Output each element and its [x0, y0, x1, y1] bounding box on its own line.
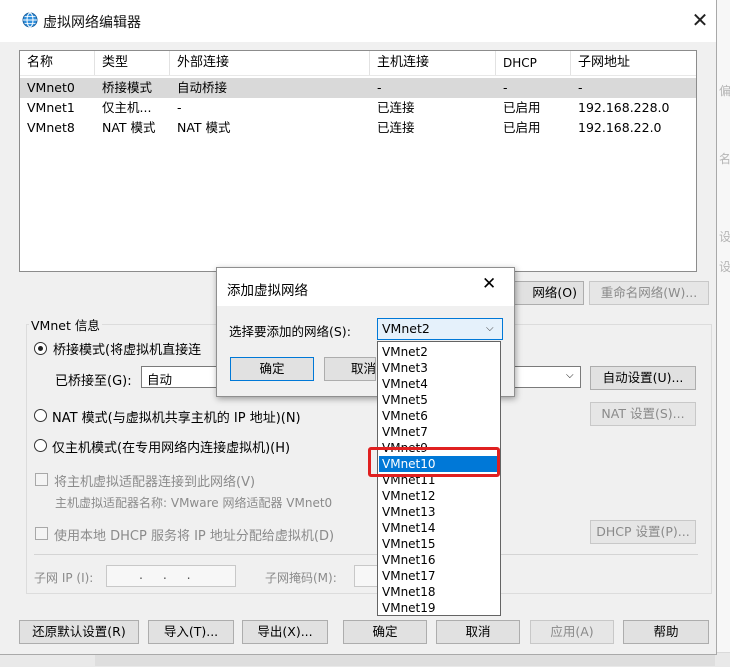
background-text-fragment: 名	[719, 152, 730, 166]
apply-button[interactable]: 应用(A)	[530, 620, 614, 644]
dropdown-option[interactable]: VMnet6	[379, 408, 499, 424]
host-only-radio[interactable]	[34, 439, 47, 452]
chevron-down-icon: ⌵	[566, 370, 574, 381]
column-header-name[interactable]: 名称	[20, 51, 95, 75]
adapter-name-label: 主机虚拟适配器名称: VMware 网络适配器 VMnet0	[55, 496, 333, 510]
background-text-fragment: 设	[719, 260, 730, 274]
help-button[interactable]: 帮助	[623, 620, 709, 644]
table-cell: VMnet0	[27, 80, 75, 95]
import-button[interactable]: 导入(T)...	[148, 620, 234, 644]
bridged-radio-label[interactable]: 桥接模式(将虚拟机直接连	[53, 339, 201, 358]
title-bar: 虚拟网络编辑器 ✕	[0, 0, 716, 42]
table-cell: 桥接模式	[102, 80, 153, 95]
network-list-table[interactable]: 名称 类型 外部连接 主机连接 DHCP 子网地址 VMnet0 桥接模式 自动…	[19, 50, 697, 272]
table-cell: 已连接	[377, 100, 415, 115]
table-cell: NAT 模式	[102, 120, 156, 135]
subnet-ip-dots: . . .	[139, 567, 191, 582]
table-row[interactable]: VMnet0 桥接模式 自动桥接 - - -	[20, 78, 696, 98]
table-row[interactable]: VMnet8 NAT 模式 NAT 模式 已连接 已启用 192.168.22.…	[20, 118, 696, 138]
table-cell: 自动桥接	[177, 80, 228, 95]
table-cell: 192.168.228.0	[578, 100, 670, 115]
table-cell: 已启用	[503, 100, 541, 115]
dropdown-option[interactable]: VMnet14	[379, 520, 499, 536]
table-cell: -	[578, 80, 583, 95]
cancel-button[interactable]: 取消	[436, 620, 520, 644]
use-dhcp-checkbox[interactable]	[35, 527, 48, 540]
connect-adapter-checkbox[interactable]	[35, 473, 48, 486]
add-dialog-title: 添加虚拟网络	[227, 283, 308, 299]
subnet-ip-label: 子网 IP (I):	[34, 571, 94, 585]
connect-adapter-label[interactable]: 将主机虚拟适配器连接到此网络(V)	[54, 471, 255, 490]
nat-radio[interactable]	[34, 409, 47, 422]
table-cell: NAT 模式	[177, 120, 231, 135]
table-cell: 仅主机...	[102, 100, 152, 115]
select-network-label: 选择要添加的网络(S):	[229, 324, 351, 339]
divider	[34, 554, 698, 555]
background-text-fragment: 偏	[719, 84, 730, 98]
table-cell: VMnet1	[27, 100, 75, 115]
bridged-radio[interactable]	[34, 342, 47, 355]
column-header-type[interactable]: 类型	[95, 51, 170, 75]
background-text-fragment: 设	[719, 230, 730, 244]
table-header: 名称 类型 外部连接 主机连接 DHCP 子网地址	[20, 51, 696, 76]
dropdown-option[interactable]: VMnet4	[379, 376, 499, 392]
network-dropdown-list[interactable]: VMnet2 VMnet3 VMnet4 VMnet5 VMnet6 VMnet…	[377, 341, 501, 616]
auto-settings-button[interactable]: 自动设置(U)...	[590, 366, 696, 390]
subnet-mask-field[interactable]	[354, 565, 378, 587]
table-cell: -	[503, 80, 508, 95]
dropdown-option[interactable]: VMnet13	[379, 504, 499, 520]
column-header-subnet[interactable]: 子网地址	[571, 51, 696, 75]
column-header-dhcp[interactable]: DHCP	[496, 51, 571, 75]
host-only-radio-label[interactable]: 仅主机模式(在专用网络内连接虚拟机)(H)	[52, 437, 290, 456]
table-cell: -	[177, 100, 182, 115]
export-button[interactable]: 导出(X)...	[242, 620, 328, 644]
ok-button[interactable]: 确定	[343, 620, 427, 644]
dropdown-option[interactable]: VMnet16	[379, 552, 499, 568]
dropdown-option[interactable]: VMnet18	[379, 584, 499, 600]
network-select-value: VMnet2	[382, 321, 430, 336]
dropdown-option[interactable]: VMnet5	[379, 392, 499, 408]
dhcp-settings-button[interactable]: DHCP 设置(P)...	[590, 520, 696, 544]
dialog-title: 虚拟网络编辑器	[43, 15, 141, 31]
dropdown-option[interactable]: VMnet3	[379, 360, 499, 376]
add-ok-button[interactable]: 确定	[230, 357, 314, 381]
use-dhcp-label[interactable]: 使用本地 DHCP 服务将 IP 地址分配给虚拟机(D)	[54, 525, 334, 544]
dropdown-option[interactable]: VMnet17	[379, 568, 499, 584]
table-cell: -	[377, 80, 382, 95]
bridged-to-label: 已桥接至(G):	[55, 374, 132, 389]
column-header-external[interactable]: 外部连接	[170, 51, 370, 75]
group-title: VMnet 信息	[29, 315, 102, 334]
subnet-mask-label: 子网掩码(M):	[265, 571, 337, 585]
table-cell: 192.168.22.0	[578, 120, 662, 135]
subnet-ip-field[interactable]: . . .	[106, 565, 236, 587]
close-icon[interactable]: ✕	[482, 274, 496, 294]
dropdown-option[interactable]: VMnet19	[379, 600, 499, 615]
dropdown-option[interactable]: VMnet12	[379, 488, 499, 504]
rename-network-button[interactable]: 重命名网络(W)...	[589, 281, 709, 305]
highlight-annotation-box	[368, 447, 500, 477]
network-select[interactable]: VMnet2 ⌵	[377, 318, 503, 340]
table-cell: VMnet8	[27, 120, 75, 135]
add-dialog-title-bar: 添加虚拟网络 ✕	[217, 268, 514, 306]
bridged-to-value: 自动	[147, 372, 173, 387]
dropdown-option[interactable]: VMnet2	[379, 344, 499, 360]
add-cancel-button[interactable]: 取消	[324, 357, 376, 381]
nat-settings-button[interactable]: NAT 设置(S)...	[590, 402, 696, 426]
column-header-host[interactable]: 主机连接	[370, 51, 496, 75]
close-icon[interactable]: ✕	[688, 8, 712, 32]
chevron-down-icon: ⌵	[486, 323, 494, 334]
nat-radio-label[interactable]: NAT 模式(与虚拟机共享主机的 IP 地址)(N)	[52, 407, 301, 426]
globe-icon	[22, 12, 38, 28]
table-cell: 已启用	[503, 120, 541, 135]
dropdown-option[interactable]: VMnet15	[379, 536, 499, 552]
restore-defaults-button[interactable]: 还原默认设置(R)	[19, 620, 139, 644]
table-row[interactable]: VMnet1 仅主机... - 已连接 已启用 192.168.228.0	[20, 98, 696, 118]
dropdown-option[interactable]: VMnet7	[379, 424, 499, 440]
table-cell: 已连接	[377, 120, 415, 135]
